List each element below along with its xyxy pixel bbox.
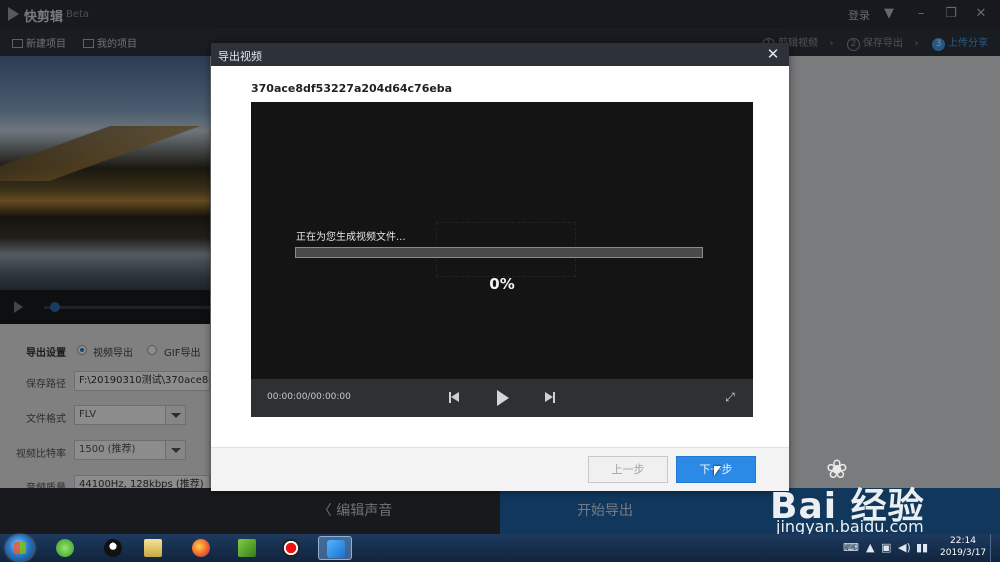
export-video-player: 正在为您生成视频文件... 0% 00:00:00/00:00:00 ⤢ <box>251 102 753 417</box>
folder-icon <box>144 539 162 557</box>
playback-time: 00:00:00/00:00:00 <box>267 392 351 402</box>
start-button[interactable] <box>6 535 34 561</box>
record-icon <box>282 539 300 557</box>
tray-expand-icon[interactable]: ▲ <box>866 541 874 554</box>
next-icon[interactable] <box>545 392 555 403</box>
taskbar-app-360[interactable] <box>48 536 82 560</box>
tray-volume-icon[interactable]: ◀) <box>898 541 911 554</box>
generating-status-text: 正在为您生成视频文件... <box>296 232 406 243</box>
taskbar-app-recorder[interactable] <box>274 536 308 560</box>
tray-network-icon[interactable]: ▮▮ <box>916 541 928 554</box>
taskbar-app-kuaijianji[interactable] <box>318 536 352 560</box>
taskbar-clock-time[interactable]: 22:14 <box>950 536 976 546</box>
tray-keyboard-icon[interactable]: ⌨ <box>843 541 859 554</box>
play-icon[interactable] <box>497 390 509 406</box>
windows-taskbar: ⌨ ▲ ▣ ◀) ▮▮ 22:14 2019/3/17 <box>0 534 1000 562</box>
close-icon[interactable]: ✕ <box>765 45 781 63</box>
app-360-icon <box>56 539 74 557</box>
dialog-footer: 上一步 下一步 <box>211 447 789 491</box>
export-video-dialog: 导出视频 ✕ 370ace8df53227a204d64c76eba 正在为您生… <box>211 43 789 491</box>
show-desktop-button[interactable] <box>990 534 1000 562</box>
export-progress-bar <box>295 247 703 258</box>
export-file-name: 370ace8df53227a204d64c76eba <box>251 82 453 95</box>
tray-device-icon[interactable]: ▣ <box>881 541 891 554</box>
taskbar-app-qq[interactable] <box>96 536 130 560</box>
taskbar-app-explorer[interactable] <box>136 536 170 560</box>
taskbar-app-media[interactable] <box>230 536 264 560</box>
mouse-cursor-icon <box>714 466 721 476</box>
player-controls: 00:00:00/00:00:00 ⤢ <box>251 379 753 417</box>
previous-step-button[interactable]: 上一步 <box>588 456 668 483</box>
taskbar-clock-date[interactable]: 2019/3/17 <box>940 548 986 558</box>
dialog-header: 导出视频 ✕ <box>211 43 789 66</box>
media-app-icon <box>238 539 256 557</box>
fullscreen-icon[interactable]: ⤢ <box>723 390 737 404</box>
firefox-icon <box>192 539 210 557</box>
dialog-title: 导出视频 <box>218 50 262 63</box>
qq-penguin-icon <box>104 539 122 557</box>
previous-icon[interactable] <box>449 392 459 403</box>
progress-percent: 0% <box>489 275 515 293</box>
taskbar-app-firefox[interactable] <box>184 536 218 560</box>
baidu-jingyan-watermark: ❀ Bai 经验 jingyan.baidu.com <box>770 455 992 540</box>
kuaijianji-icon <box>327 540 345 558</box>
